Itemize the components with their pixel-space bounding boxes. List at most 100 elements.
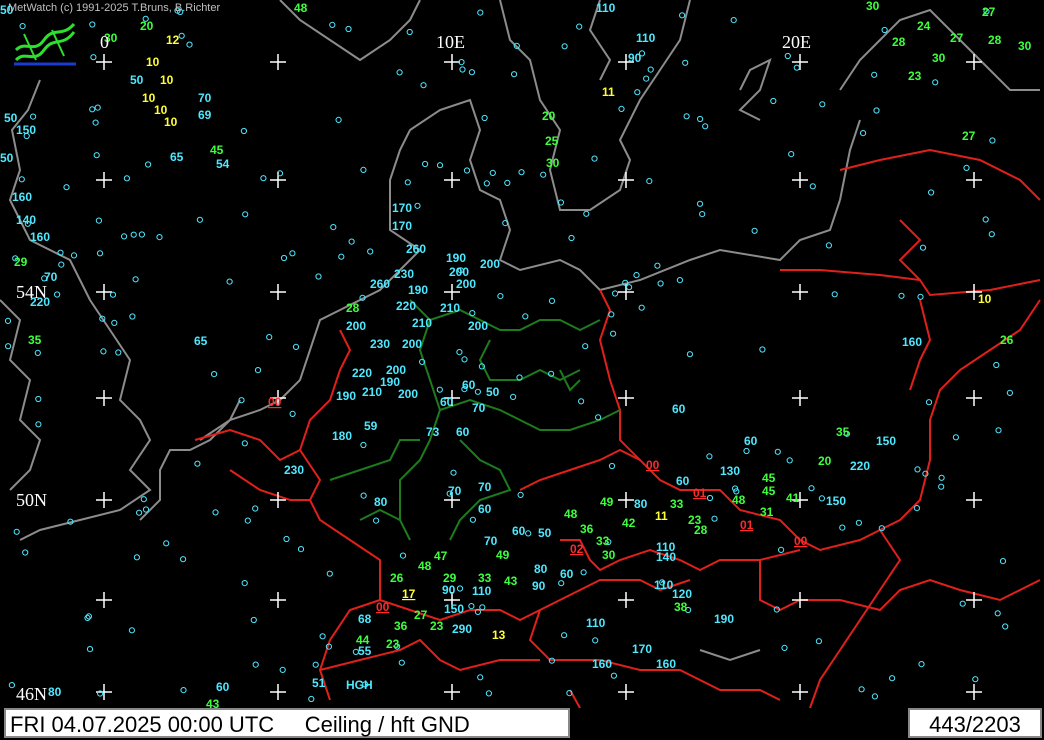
ceiling-value: 23 <box>430 619 444 633</box>
station-marker <box>788 151 795 158</box>
ceiling-value: 70 <box>484 534 498 548</box>
station-marker <box>626 284 633 291</box>
ceiling-value: 80 <box>48 685 62 699</box>
station-marker <box>702 123 709 130</box>
grid-label: 50N <box>16 490 47 510</box>
ceiling-value: 42 <box>622 516 636 530</box>
ceiling-value: 140 <box>656 550 676 564</box>
station-marker <box>132 276 139 283</box>
ceiling-value: 170 <box>392 219 412 233</box>
graticule-cross <box>96 54 112 70</box>
ceiling-value: 43 <box>504 574 518 588</box>
graticule-cross <box>444 684 460 700</box>
station-marker <box>373 517 380 524</box>
ceiling-value: 30 <box>1018 39 1032 53</box>
station-marker <box>115 349 122 356</box>
station-marker <box>815 638 823 645</box>
ceiling-value: 60 <box>216 680 230 694</box>
status-parameter: Ceiling / hft GND <box>304 712 470 737</box>
graticule-cross <box>270 54 286 70</box>
ceiling-value: 27 <box>962 129 976 143</box>
ceiling-value: 230 <box>284 463 304 477</box>
ceiling-value: 36 <box>394 619 408 633</box>
ceiling-value: 47 <box>434 549 448 563</box>
ceiling-value: 26 <box>390 571 404 585</box>
graticule-cross <box>618 684 634 700</box>
ceiling-value: 33 <box>670 497 684 511</box>
ceiling-value: 200 <box>346 319 366 333</box>
ceiling-value: 55 <box>358 644 372 658</box>
station-marker <box>982 216 989 223</box>
grid-label: 54N <box>16 282 47 302</box>
ceiling-value: 200 <box>480 257 500 271</box>
station-marker <box>289 250 296 257</box>
ceiling-value: 30 <box>546 156 560 170</box>
station-marker <box>109 291 117 298</box>
station-marker <box>818 495 826 502</box>
station-marker <box>308 695 315 703</box>
graticule-cross <box>618 390 634 406</box>
station-marker <box>70 252 78 259</box>
ceiling-value: 90 <box>532 579 546 593</box>
station-marker <box>699 211 706 218</box>
station-marker <box>111 319 118 326</box>
station-marker <box>4 317 12 324</box>
ceiling-value: 30 <box>932 51 946 65</box>
station-marker <box>142 506 150 513</box>
graticule-cross <box>444 54 460 70</box>
ceiling-value: 60 <box>744 434 758 448</box>
station-marker <box>873 107 880 114</box>
ceiling-value: 60 <box>672 402 686 416</box>
station-marker <box>241 440 248 447</box>
station-marker <box>647 66 654 73</box>
ceiling-value: 27 <box>414 608 428 622</box>
station-marker <box>468 603 475 610</box>
station-marker <box>855 519 863 526</box>
station-marker <box>469 516 476 523</box>
station-marker <box>858 686 865 693</box>
ceiling-value: 260 <box>370 277 390 291</box>
station-marker <box>93 152 100 159</box>
station-marker <box>156 234 163 241</box>
ceiling-value: 45 <box>762 484 776 498</box>
ceiling-value: 36 <box>580 522 594 536</box>
graticule-cross <box>444 172 460 188</box>
station-marker <box>993 361 1000 369</box>
ceiling-value: 35 <box>836 425 850 439</box>
station-marker <box>450 469 457 476</box>
station-marker <box>917 293 924 300</box>
ceiling-value: 90 <box>628 51 642 65</box>
station-marker <box>592 637 599 644</box>
ceiling-value: 45 <box>210 143 224 157</box>
station-marker <box>186 41 193 48</box>
station-marker <box>360 441 367 449</box>
station-marker <box>335 116 342 124</box>
station-marker <box>254 367 262 374</box>
station-marker <box>784 52 791 60</box>
weather-map[interactable]: 483020121050 1010101070695015065 455411011… <box>0 0 1044 708</box>
station-marker <box>474 388 481 395</box>
ceiling-value: 60 <box>456 425 470 439</box>
station-marker <box>241 580 248 587</box>
station-marker <box>568 234 575 242</box>
ceiling-value: HGH <box>346 678 373 692</box>
ceiling-value: 01 <box>740 518 754 532</box>
ceiling-value: 150 <box>826 494 846 508</box>
station-marker <box>679 12 686 19</box>
station-marker <box>580 569 587 576</box>
ceiling-value: 48 <box>564 507 578 521</box>
station-marker <box>995 427 1002 434</box>
ceiling-value: 28 <box>346 301 360 315</box>
ceiling-value: 43 <box>206 697 220 708</box>
station-marker <box>477 9 484 16</box>
station-marker <box>194 460 201 467</box>
graticule-cross <box>96 284 112 300</box>
station-marker <box>29 113 37 120</box>
station-marker <box>819 101 826 108</box>
graticule-cross <box>966 492 982 508</box>
ceiling-value: 27 <box>950 31 964 45</box>
ceiling-value: 80 <box>374 495 388 509</box>
station-marker <box>839 524 846 531</box>
ceiling-value: 70 <box>478 480 492 494</box>
station-marker <box>561 632 568 639</box>
